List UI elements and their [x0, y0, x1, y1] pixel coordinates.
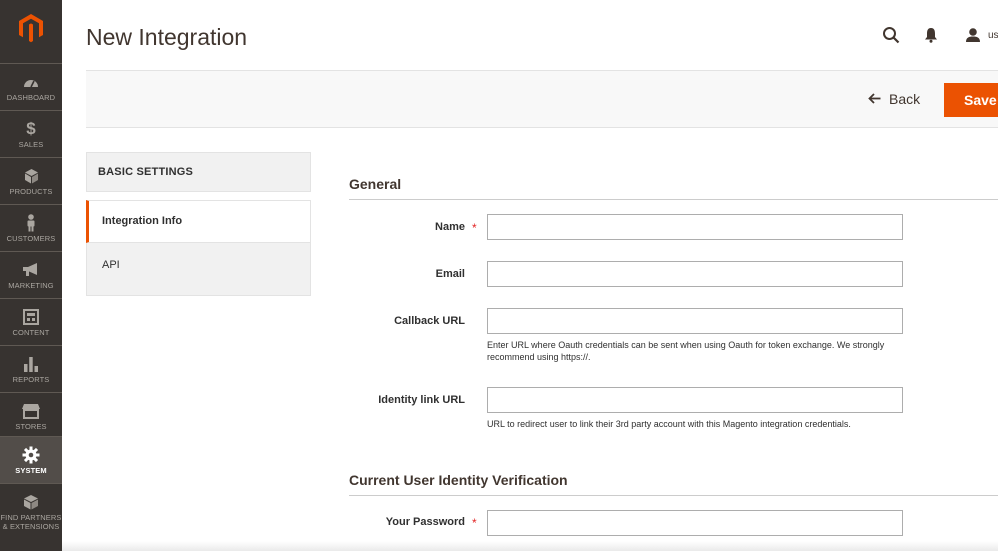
- person-icon: [22, 213, 40, 232]
- nav-label: MARKETING: [8, 280, 54, 290]
- section-divider: [349, 495, 998, 496]
- save-button[interactable]: Save: [944, 83, 998, 117]
- nav-item-system[interactable]: SYSTEM: [0, 436, 62, 483]
- email-label: Email: [435, 268, 465, 280]
- required-asterisk: *: [472, 516, 477, 530]
- header-actions: us: [880, 24, 998, 46]
- arrow-left-icon: [868, 91, 881, 107]
- identity-link-url-field[interactable]: [487, 387, 903, 413]
- nav-item-find-partners[interactable]: FIND PARTNERS & EXTENSIONS: [0, 483, 62, 539]
- name-field[interactable]: [487, 214, 903, 240]
- nav-label: DASHBOARD: [6, 92, 56, 102]
- callback-url-note: Enter URL where Oauth credentials can be…: [487, 340, 885, 362]
- nav-label: REPORTS: [12, 374, 50, 384]
- cube-icon: [22, 167, 40, 185]
- nav-item-sales[interactable]: $ SALES: [0, 110, 62, 157]
- search-icon[interactable]: [880, 24, 902, 46]
- nav-item-stores[interactable]: STORES: [0, 392, 62, 439]
- back-button[interactable]: Back: [868, 91, 920, 107]
- megaphone-icon: [22, 261, 40, 279]
- storefront-icon: [22, 402, 40, 420]
- nav-item-reports[interactable]: REPORTS: [0, 345, 62, 392]
- nav-label: STORES: [15, 421, 47, 431]
- identity-link-url-note: URL to redirect user to link their 3rd p…: [487, 419, 851, 429]
- user-label[interactable]: us: [988, 30, 998, 41]
- nav-item-dashboard[interactable]: DASHBOARD: [0, 63, 62, 110]
- layout-icon: [22, 308, 40, 326]
- section-divider: [349, 199, 998, 200]
- nav-label: FIND PARTNERS & EXTENSIONS: [0, 512, 62, 531]
- tab-api[interactable]: API: [86, 243, 311, 296]
- section-title-identity-verification: Current User Identity Verification: [349, 472, 568, 488]
- admin-app: DASHBOARD $ SALES PRODUCTS CUSTOMERS MAR…: [0, 0, 998, 551]
- user-icon[interactable]: [962, 24, 984, 46]
- dollar-icon: $: [26, 118, 36, 138]
- nav-label: CUSTOMERS: [6, 233, 56, 243]
- email-field[interactable]: [487, 261, 903, 287]
- nav-label: SALES: [18, 139, 44, 149]
- callback-url-field[interactable]: [487, 308, 903, 334]
- admin-sidebar: DASHBOARD $ SALES PRODUCTS CUSTOMERS MAR…: [0, 0, 62, 551]
- password-field[interactable]: [487, 510, 903, 536]
- bar-chart-icon: [22, 355, 40, 373]
- tabs-header-basic-settings[interactable]: BASIC SETTINGS: [86, 152, 311, 192]
- speedometer-icon: [22, 73, 40, 91]
- page-title: New Integration: [86, 24, 248, 50]
- nav-item-customers[interactable]: CUSTOMERS: [0, 204, 62, 251]
- callback-url-label: Callback URL: [394, 315, 465, 327]
- nav-item-products[interactable]: PRODUCTS: [0, 157, 62, 204]
- password-label: Your Password: [385, 516, 465, 528]
- bell-icon[interactable]: [920, 24, 942, 46]
- identity-link-url-label: Identity link URL: [378, 394, 465, 406]
- back-label: Back: [889, 91, 921, 107]
- nav-label: SYSTEM: [15, 465, 47, 475]
- magento-logo-icon[interactable]: [0, 0, 62, 56]
- bottom-shadow: [62, 541, 998, 551]
- tab-integration-info[interactable]: Integration Info: [86, 200, 311, 243]
- settings-tabs: BASIC SETTINGS Integration Info API: [86, 152, 311, 296]
- required-asterisk: *: [472, 221, 477, 235]
- nav-label: PRODUCTS: [9, 186, 53, 196]
- gear-icon: [22, 446, 40, 464]
- nav-label: CONTENT: [12, 327, 50, 337]
- section-title-general: General: [349, 176, 402, 192]
- box-icon: [22, 493, 40, 511]
- name-label: Name: [435, 221, 465, 233]
- nav-item-content[interactable]: CONTENT: [0, 298, 62, 345]
- nav-item-marketing[interactable]: MARKETING: [0, 251, 62, 298]
- page-actions-bar: Back Save: [86, 70, 998, 128]
